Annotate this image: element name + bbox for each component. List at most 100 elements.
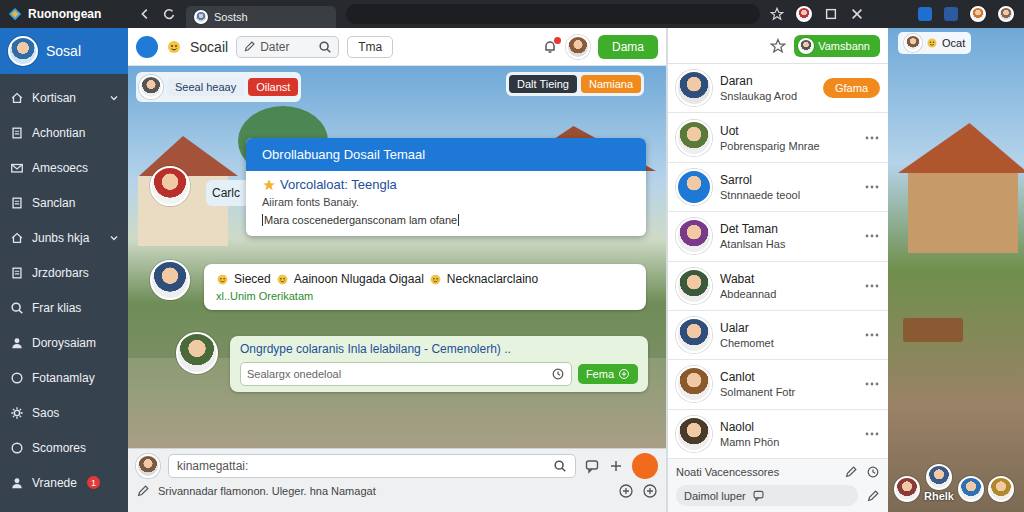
sidebar: Sosal KortisanAchontianAmesoecsSanclanJun… xyxy=(0,28,128,512)
brand-avatar-icon[interactable] xyxy=(8,36,38,66)
reply-button[interactable]: Fema xyxy=(578,364,638,384)
clock-icon[interactable] xyxy=(866,465,880,479)
sidebar-item[interactable]: Scomores xyxy=(0,430,128,465)
contact-row[interactable]: NaololMamn Phön xyxy=(668,410,888,459)
sidebar-item[interactable]: Amesoecs xyxy=(0,150,128,185)
contact-row[interactable]: SarrolStnnnaede teool xyxy=(668,163,888,212)
chevron-icon xyxy=(108,407,120,419)
pencil-icon[interactable] xyxy=(866,489,880,503)
browser-tab[interactable]: Sostsh xyxy=(186,6,336,28)
panel-input[interactable]: Daimol luper xyxy=(676,485,858,506)
sidebar-item[interactable]: Sanclan xyxy=(0,185,128,220)
background-scene: OcatRhelk xyxy=(888,28,1024,512)
notifications[interactable] xyxy=(542,39,558,55)
sidebar-item[interactable]: Doroysaiam xyxy=(0,325,128,360)
star-icon[interactable] xyxy=(770,7,784,21)
composer-field[interactable]: kinamegattai: xyxy=(168,454,576,478)
panel-button[interactable]: Vamsbann xyxy=(794,35,880,57)
maximize-icon[interactable] xyxy=(824,7,838,21)
contact-avatar-icon[interactable] xyxy=(676,366,712,402)
button-avatar-icon[interactable] xyxy=(798,38,814,54)
scene-tag[interactable]: Dalt Tieing xyxy=(509,75,577,93)
scene-tag[interactable]: Oilanst xyxy=(248,78,298,96)
text-cursor xyxy=(458,214,459,226)
contact-row[interactable]: UotPobrensparig Mnrae xyxy=(668,113,888,162)
chevron-icon[interactable] xyxy=(108,92,120,104)
sidebar-item[interactable]: Frar klias xyxy=(0,290,128,325)
chat-icon[interactable] xyxy=(584,458,600,474)
contact-info: DaranSnslaukag Arod xyxy=(720,74,815,102)
pencil-icon[interactable] xyxy=(136,484,150,498)
scene-avatar-icon[interactable] xyxy=(894,476,920,502)
search-icon[interactable] xyxy=(553,459,567,473)
scene-tag[interactable]: Ocat xyxy=(942,37,965,49)
more-icon[interactable] xyxy=(864,228,880,244)
back-icon[interactable] xyxy=(138,7,152,21)
contact-info: SarrolStnnnaede teool xyxy=(720,173,856,201)
tag-avatar-icon[interactable] xyxy=(904,34,922,52)
contact-row[interactable]: UalarChemomet xyxy=(668,311,888,360)
account-icon[interactable] xyxy=(998,6,1014,22)
chevron-icon[interactable] xyxy=(108,232,120,244)
send-button[interactable] xyxy=(632,453,658,479)
contact-avatar-icon[interactable] xyxy=(676,120,712,156)
contact-avatar-icon[interactable] xyxy=(676,268,712,304)
contact-avatar-icon[interactable] xyxy=(676,169,712,205)
sidebar-item[interactable]: Saos xyxy=(0,395,128,430)
reply-field[interactable]: Sealargx onedeloal xyxy=(240,362,572,386)
extension-icon[interactable] xyxy=(918,7,932,21)
more-icon[interactable] xyxy=(864,327,880,343)
contact-row[interactable]: Det TamanAtanlsan Has xyxy=(668,212,888,261)
author-avatar-icon[interactable] xyxy=(150,260,190,300)
user-avatar-icon[interactable] xyxy=(566,35,590,59)
tag-avatar-icon[interactable] xyxy=(139,75,163,99)
logo-icon[interactable] xyxy=(136,36,158,58)
close-icon[interactable] xyxy=(850,7,864,21)
more-icon[interactable] xyxy=(864,179,880,195)
pencil-icon[interactable] xyxy=(844,465,858,479)
scene-avatar-icon[interactable] xyxy=(988,476,1014,502)
composer-avatar-icon[interactable] xyxy=(136,454,160,478)
sidebar-item[interactable]: Fotanamlay xyxy=(0,360,128,395)
star-icon[interactable] xyxy=(770,38,786,54)
author-avatar-icon[interactable] xyxy=(150,166,190,206)
sidebar-item[interactable]: Vranede1 xyxy=(0,465,128,500)
scene-tag[interactable]: Namiana xyxy=(581,75,641,93)
sidebar-item[interactable]: Junbs hkja xyxy=(0,220,128,255)
reload-icon[interactable] xyxy=(162,7,176,21)
sidebar-item[interactable]: Kortisan xyxy=(0,80,128,115)
search-field[interactable]: Dater xyxy=(236,36,339,58)
scene-tag[interactable]: Seeal heaay xyxy=(167,78,244,96)
scene-avatar-icon[interactable] xyxy=(958,476,984,502)
sidebar-item[interactable]: Jrzdorbars xyxy=(0,255,128,290)
search-icon[interactable] xyxy=(318,40,332,54)
address-bar[interactable] xyxy=(346,4,760,24)
sidebar-item[interactable]: Achontian xyxy=(0,115,128,150)
account-icon[interactable] xyxy=(970,6,986,22)
contact-avatar-icon[interactable] xyxy=(676,218,712,254)
contact-avatar-icon[interactable] xyxy=(676,416,712,452)
extension-icon[interactable] xyxy=(944,7,958,21)
clock-icon[interactable] xyxy=(551,367,565,381)
card-input[interactable]: Mara coscenedergansconam lam ofane xyxy=(262,212,630,228)
scene-avatar-icon[interactable] xyxy=(926,464,952,490)
more-icon[interactable] xyxy=(864,376,880,392)
more-icon[interactable] xyxy=(864,426,880,442)
sidebar-brand[interactable]: Sosal xyxy=(0,28,128,74)
more-icon[interactable] xyxy=(864,278,880,294)
profile-icon[interactable] xyxy=(796,6,812,22)
contact-avatar-icon[interactable] xyxy=(676,317,712,353)
contact-action-button[interactable]: Gfama xyxy=(823,78,880,98)
more-icon[interactable] xyxy=(864,130,880,146)
filter-button[interactable]: Tma xyxy=(347,36,393,58)
contact-row[interactable]: WabatAbdeannad xyxy=(668,262,888,311)
plus-icon[interactable] xyxy=(642,483,658,499)
contact-row[interactable]: DaranSnslaukag Arod Gfama xyxy=(668,64,888,113)
tab-favicon-icon[interactable] xyxy=(194,10,208,24)
contact-avatar-icon[interactable] xyxy=(676,70,712,106)
plus-icon[interactable] xyxy=(618,483,634,499)
contact-row[interactable]: CanlotSolmanent Fotr xyxy=(668,360,888,409)
grid-icon[interactable] xyxy=(608,458,624,474)
primary-button[interactable]: Dama xyxy=(598,35,658,59)
author-avatar-icon[interactable] xyxy=(176,332,218,374)
